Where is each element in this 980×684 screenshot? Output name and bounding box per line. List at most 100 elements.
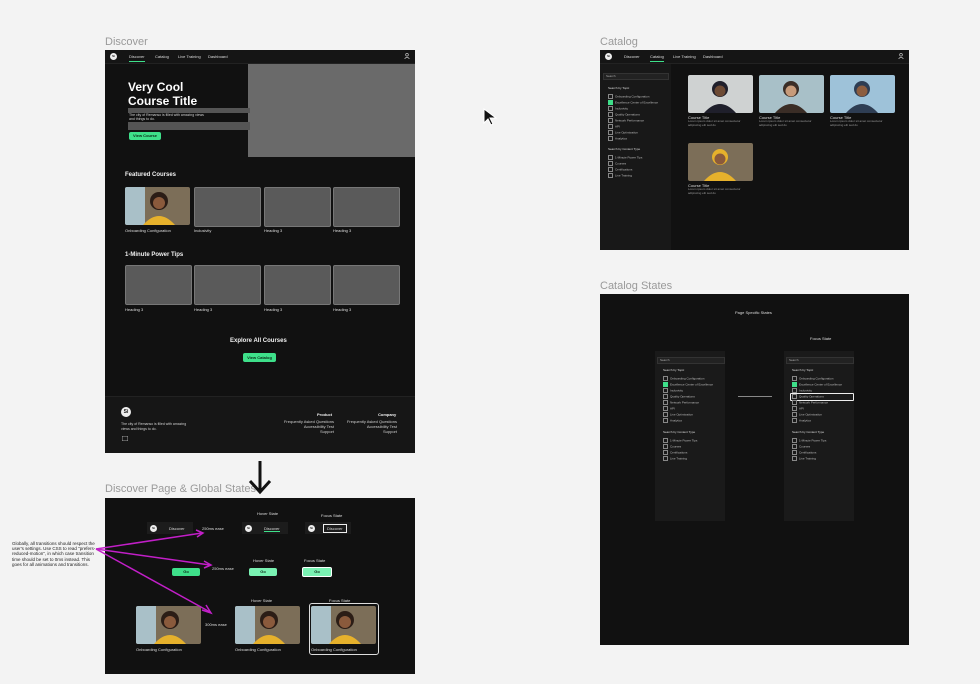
checkbox-icon[interactable] [792,400,797,405]
content-filter-label: Courses [799,444,811,449]
checkbox-icon[interactable] [663,400,668,405]
course-card-focus[interactable] [311,606,376,644]
frame-label-discover-states: Discover Page & Global States [105,483,257,495]
checkbox-icon[interactable] [792,438,797,443]
nav-tab-dashboard[interactable]: Dashboard [703,54,723,59]
checkbox-icon[interactable] [663,444,668,449]
nav-tab-catalog[interactable]: Catalog [155,54,169,59]
topic-filter-label: Network Performance [670,400,700,405]
checkbox-icon[interactable] [663,388,668,393]
checkbox-icon[interactable] [608,167,613,172]
go-button-hover[interactable]: Go [249,568,277,576]
checkbox-icon[interactable] [792,382,797,387]
checkbox-icon[interactable] [608,118,613,123]
content-filter-label: Certifications [615,167,633,172]
footer-link[interactable]: Support [345,429,397,434]
search-label: Search [660,358,670,362]
nav-focus-state-label: Focus State [321,513,343,518]
catalog-course-card[interactable] [688,143,753,181]
go-button-focus[interactable]: Go [302,567,332,577]
content-type-list: 1-Minute Power Tips Courses Certifications… [608,155,642,179]
featured-card-title-1: Onboarding Configuration [125,228,171,233]
featured-card-4[interactable] [333,187,400,227]
topic-filter-label: Onboarding Configuration [670,376,705,381]
topic-filter-row[interactable]: Analytics [792,418,842,424]
nav-tab-discover[interactable]: Discover [264,526,280,532]
topic-filter-row[interactable]: Analytics [608,136,658,142]
content-filter-row[interactable]: Live Training [663,456,697,462]
checkbox-icon[interactable] [663,438,668,443]
nav-tab-discover[interactable]: Discover [624,54,640,59]
search-input[interactable]: Search [657,357,725,364]
checkbox-icon[interactable] [608,94,613,99]
checkbox-icon[interactable] [792,388,797,393]
search-input[interactable]: Search [786,357,854,364]
tip-card-1[interactable] [125,265,192,305]
nav-tab-discover[interactable]: Discover [129,54,145,62]
catalog-course-card[interactable] [830,75,895,113]
view-course-button[interactable]: View Course [129,132,161,140]
checkbox-icon[interactable] [663,450,668,455]
search-label: Search [606,74,616,78]
nav-tab-catalog[interactable]: Catalog [650,54,664,62]
checkbox-icon[interactable] [608,124,613,129]
hero-title-line1: Very Cool [128,80,184,94]
checkbox-icon[interactable] [608,106,613,111]
checkbox-icon[interactable] [608,136,613,141]
search-input[interactable]: Search [603,73,669,80]
footer-link[interactable]: Support [282,429,334,434]
content-filter-row[interactable]: Live Training [608,173,642,179]
nav-tab-discover[interactable]: Discover [323,524,347,533]
checkbox-icon[interactable] [608,173,613,178]
catalog-course-card[interactable] [688,75,753,113]
checkbox-icon[interactable] [663,418,668,423]
catalog-frame: Si Discover Catalog Live Training Dashbo… [600,50,909,250]
checkbox-icon[interactable] [608,112,613,117]
nav-tab-live-training[interactable]: Live Training [673,54,696,59]
featured-card-title-2: Inclusivity [194,228,212,233]
tip-card-2[interactable] [194,265,261,305]
checkbox-icon[interactable] [663,406,668,411]
catalog-course-card[interactable] [759,75,824,113]
checkbox-icon[interactable] [663,382,668,387]
featured-card-3[interactable] [264,187,331,227]
checkbox-icon[interactable] [792,376,797,381]
tip-card-3[interactable] [264,265,331,305]
user-icon[interactable] [898,53,904,59]
checkbox-icon[interactable] [663,394,668,399]
checkbox-icon[interactable] [608,161,613,166]
content-filter-row[interactable]: Live Training [792,456,826,462]
button-focus-state-label: Focus State [304,558,326,563]
checkbox-icon[interactable] [792,394,797,399]
checkbox-icon[interactable] [608,155,613,160]
featured-card-2[interactable] [194,187,261,227]
footer-logo-icon[interactable]: Si [121,407,131,417]
checkbox-icon[interactable] [792,444,797,449]
logo-icon[interactable]: Si [605,53,612,60]
topic-filter-label: API [799,406,804,411]
tip-card-4[interactable] [333,265,400,305]
checkbox-icon[interactable] [792,450,797,455]
checkbox-icon[interactable] [663,376,668,381]
linkedin-icon[interactable] [122,436,128,441]
logo-icon[interactable]: Si [110,53,117,60]
checkbox-icon[interactable] [792,456,797,461]
explore-heading: Explore All Courses [230,338,287,344]
state-connector-line [738,396,772,397]
checkbox-icon[interactable] [663,412,668,417]
view-catalog-button[interactable]: View Catalog [243,353,276,362]
checkbox-icon[interactable] [608,100,613,105]
nav-tab-dashboard[interactable]: Dashboard [208,54,228,59]
tip-card-title-2: Heading 3 [194,307,213,312]
topic-filter-row[interactable]: Analytics [663,418,713,424]
checkbox-icon[interactable] [792,406,797,411]
checkbox-icon[interactable] [608,130,613,135]
checkbox-icon[interactable] [792,412,797,417]
checkbox-icon[interactable] [792,418,797,423]
button-hover-state-label: Hover State [253,558,275,563]
course-card-hover[interactable] [235,606,300,644]
user-icon[interactable] [404,53,410,59]
nav-tab-live-training[interactable]: Live Training [178,54,201,59]
checkbox-icon[interactable] [663,456,668,461]
featured-card-1[interactable] [125,187,190,225]
